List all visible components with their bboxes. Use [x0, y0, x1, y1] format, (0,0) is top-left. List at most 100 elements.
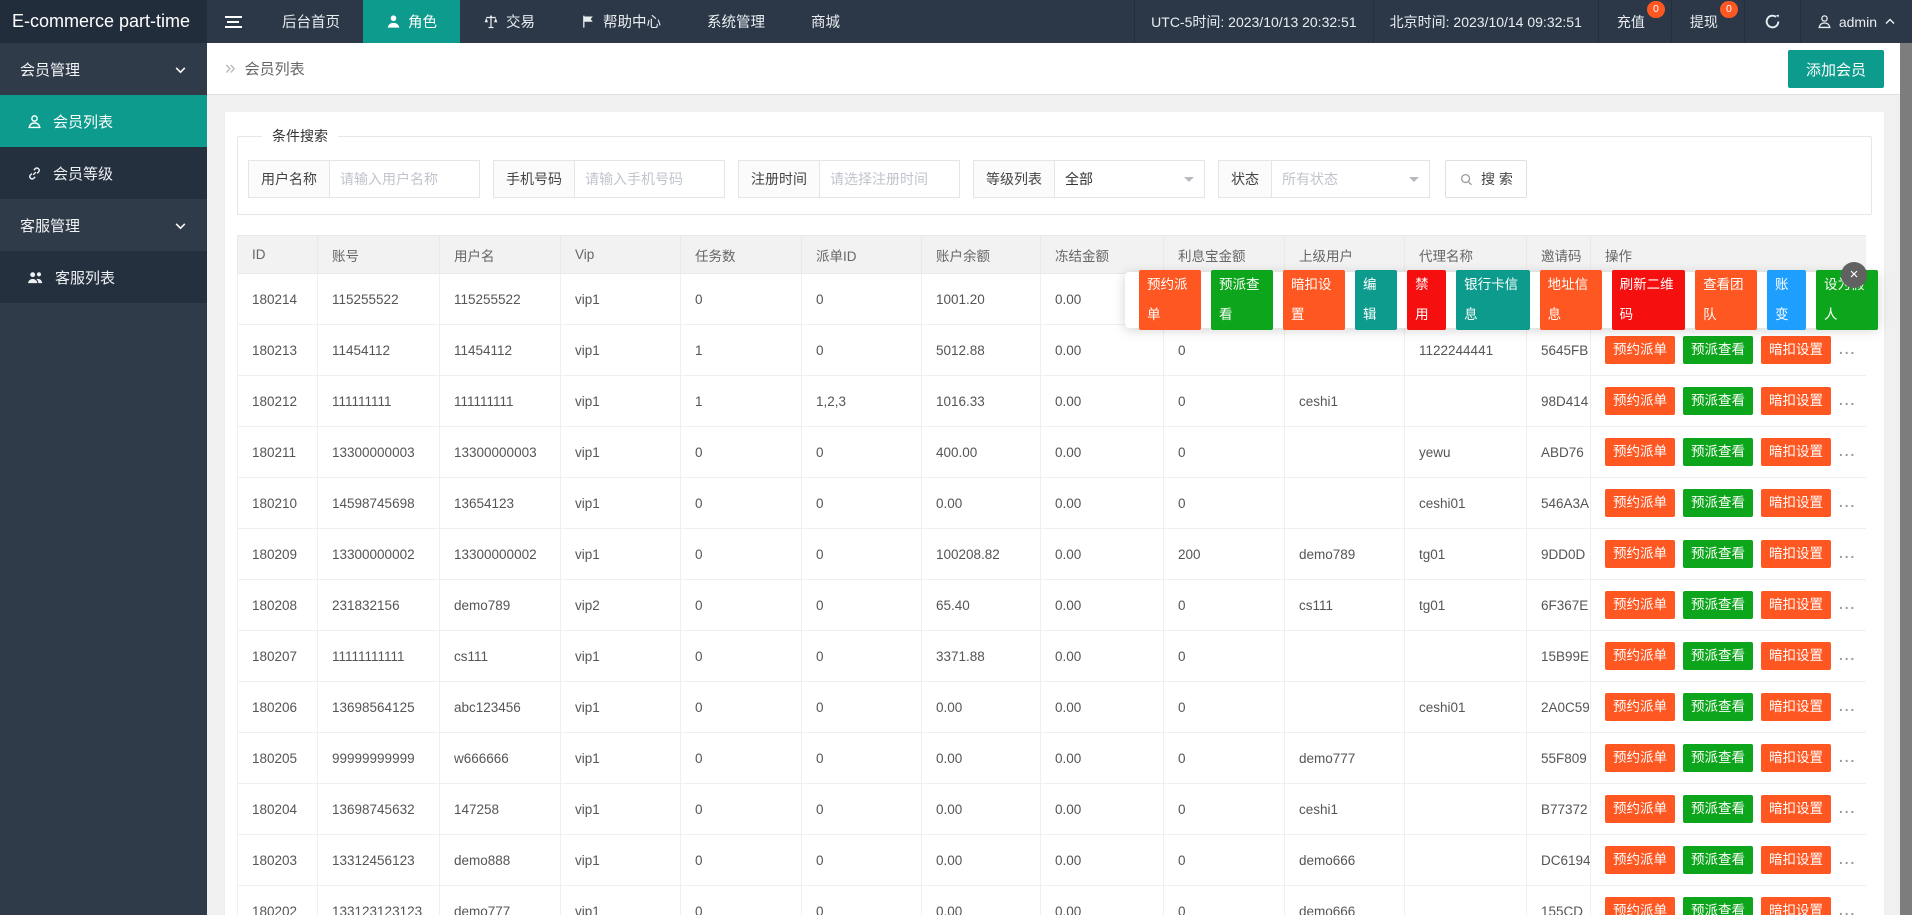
popup-action-button[interactable]: 刷新二维码 — [1612, 270, 1685, 330]
row-action-button[interactable]: 预派查看 — [1683, 795, 1753, 823]
close-popup-button[interactable]: × — [1841, 262, 1867, 288]
popup-action-button[interactable]: 账变 — [1767, 270, 1806, 330]
row-action-button[interactable]: 预派查看 — [1683, 387, 1753, 415]
nav-item-mall[interactable]: 商城 — [788, 0, 863, 43]
cell-frozen: 0.00 — [1041, 529, 1164, 580]
more-actions-button[interactable]: ... — [1839, 801, 1856, 816]
sidebar-item-member-level[interactable]: 会员等级 — [0, 147, 207, 199]
row-action-button[interactable]: 预派查看 — [1683, 846, 1753, 874]
col-header-username: 用户名 — [440, 236, 561, 274]
cell-dispatch-id: 0 — [802, 478, 922, 529]
regtime-input[interactable] — [820, 160, 960, 198]
row-action-button[interactable]: 暗扣设置 — [1761, 846, 1831, 874]
sidebar-group-member-management[interactable]: 会员管理 — [0, 43, 207, 95]
row-action-button[interactable]: 暗扣设置 — [1761, 642, 1831, 670]
row-action-button[interactable]: 暗扣设置 — [1761, 693, 1831, 721]
row-action-button[interactable]: 预派查看 — [1683, 336, 1753, 364]
cell-balance: 3371.88 — [922, 631, 1041, 682]
row-action-button[interactable]: 暗扣设置 — [1761, 489, 1831, 517]
more-actions-button[interactable]: ... — [1839, 444, 1856, 459]
row-action-button[interactable]: 预派查看 — [1683, 693, 1753, 721]
phone-input[interactable] — [575, 160, 725, 198]
popup-action-button[interactable]: 银行卡信息 — [1456, 270, 1529, 330]
admin-menu[interactable]: admin — [1800, 0, 1912, 43]
popup-action-button[interactable]: 地址信息 — [1540, 270, 1602, 330]
hamburger-menu-icon[interactable] — [207, 0, 259, 43]
more-actions-button[interactable]: ... — [1839, 699, 1856, 714]
popup-action-button[interactable]: 预约派单 — [1139, 270, 1201, 330]
page-scrollbar-thumb[interactable] — [1900, 43, 1912, 915]
cell-tasks: 0 — [681, 784, 802, 835]
row-action-button[interactable]: 暗扣设置 — [1761, 336, 1831, 364]
row-action-button[interactable]: 预约派单 — [1605, 795, 1675, 823]
more-actions-button[interactable]: ... — [1839, 342, 1856, 357]
more-actions-button[interactable]: ... — [1839, 597, 1856, 612]
popup-action-button[interactable]: 暗扣设置 — [1283, 270, 1345, 330]
row-action-button[interactable]: 暗扣设置 — [1761, 540, 1831, 568]
cell-vip: vip2 — [561, 580, 681, 631]
cell-id: 180213 — [238, 325, 318, 376]
nav-item-trade[interactable]: 交易 — [460, 0, 558, 43]
cell-username: 147258 — [440, 784, 561, 835]
row-action-button[interactable]: 暗扣设置 — [1761, 795, 1831, 823]
more-actions-button[interactable]: ... — [1839, 648, 1856, 663]
row-action-button[interactable]: 预派查看 — [1683, 642, 1753, 670]
phone-label: 手机号码 — [493, 160, 575, 198]
more-actions-button[interactable]: ... — [1839, 495, 1856, 510]
cell-username: 111111111 — [440, 376, 561, 427]
row-action-button[interactable]: 预约派单 — [1605, 693, 1675, 721]
popup-action-button[interactable]: 预派查看 — [1211, 270, 1273, 330]
nav-item-roles[interactable]: 角色 — [363, 0, 460, 43]
level-select[interactable]: 全部 — [1055, 160, 1205, 198]
nav-item-dashboard[interactable]: 后台首页 — [259, 0, 363, 43]
row-action-button[interactable]: 预约派单 — [1605, 438, 1675, 466]
recharge-button[interactable]: 充值 0 — [1598, 0, 1671, 43]
more-actions-button[interactable]: ... — [1839, 546, 1856, 561]
row-action-button[interactable]: 预约派单 — [1605, 744, 1675, 772]
row-action-button[interactable]: 预派查看 — [1683, 897, 1753, 915]
row-action-button[interactable]: 预约派单 — [1605, 336, 1675, 364]
cell-vip: vip1 — [561, 631, 681, 682]
row-action-button[interactable]: 预约派单 — [1605, 897, 1675, 915]
table-row: 180206 13698564125 abc123456 vip1 0 0 0.… — [238, 682, 1867, 733]
row-action-button[interactable]: 预派查看 — [1683, 540, 1753, 568]
nav-item-help-center[interactable]: 帮助中心 — [558, 0, 684, 43]
row-action-button[interactable]: 预约派单 — [1605, 642, 1675, 670]
refresh-button[interactable] — [1744, 0, 1800, 43]
username-input[interactable] — [330, 160, 480, 198]
row-action-button[interactable]: 预约派单 — [1605, 591, 1675, 619]
row-action-button[interactable]: 暗扣设置 — [1761, 387, 1831, 415]
sidebar-item-service-list[interactable]: 客服列表 — [0, 251, 207, 303]
popup-action-button[interactable]: 查看团队 — [1695, 270, 1757, 330]
row-action-button[interactable]: 暗扣设置 — [1761, 744, 1831, 772]
row-action-button[interactable]: 暗扣设置 — [1761, 438, 1831, 466]
popup-action-button[interactable]: 编 辑 — [1355, 270, 1397, 330]
row-action-button[interactable]: 暗扣设置 — [1761, 591, 1831, 619]
status-select[interactable]: 所有状态 — [1272, 160, 1430, 198]
add-member-button[interactable]: 添加会员 — [1788, 50, 1884, 88]
row-action-button[interactable]: 预派查看 — [1683, 489, 1753, 517]
search-button[interactable]: 搜 索 — [1445, 160, 1527, 198]
col-header-interest: 利息宝金额 — [1164, 236, 1285, 274]
scales-icon — [483, 14, 499, 30]
sidebar-item-member-list[interactable]: 会员列表 — [0, 95, 207, 147]
row-action-button[interactable]: 预派查看 — [1683, 591, 1753, 619]
row-action-button[interactable]: 预约派单 — [1605, 846, 1675, 874]
more-actions-button[interactable]: ... — [1839, 393, 1856, 408]
row-action-button[interactable]: 预约派单 — [1605, 540, 1675, 568]
nav-item-system[interactable]: 系统管理 — [684, 0, 788, 43]
row-action-button[interactable]: 暗扣设置 — [1761, 897, 1831, 915]
cell-actions: 预约派单预派查看暗扣设置... — [1591, 478, 1867, 529]
row-action-button[interactable]: 预派查看 — [1683, 438, 1753, 466]
row-action-button[interactable]: 预约派单 — [1605, 387, 1675, 415]
cell-tasks: 1 — [681, 325, 802, 376]
row-action-button[interactable]: 预派查看 — [1683, 744, 1753, 772]
row-action-button[interactable]: 预约派单 — [1605, 489, 1675, 517]
more-actions-button[interactable]: ... — [1839, 903, 1856, 915]
sidebar-group-service-management[interactable]: 客服管理 — [0, 199, 207, 251]
more-actions-button[interactable]: ... — [1839, 750, 1856, 765]
cell-balance: 0.00 — [922, 478, 1041, 529]
withdraw-button[interactable]: 提现 0 — [1671, 0, 1744, 43]
popup-action-button[interactable]: 禁用 — [1407, 270, 1446, 330]
more-actions-button[interactable]: ... — [1839, 852, 1856, 867]
